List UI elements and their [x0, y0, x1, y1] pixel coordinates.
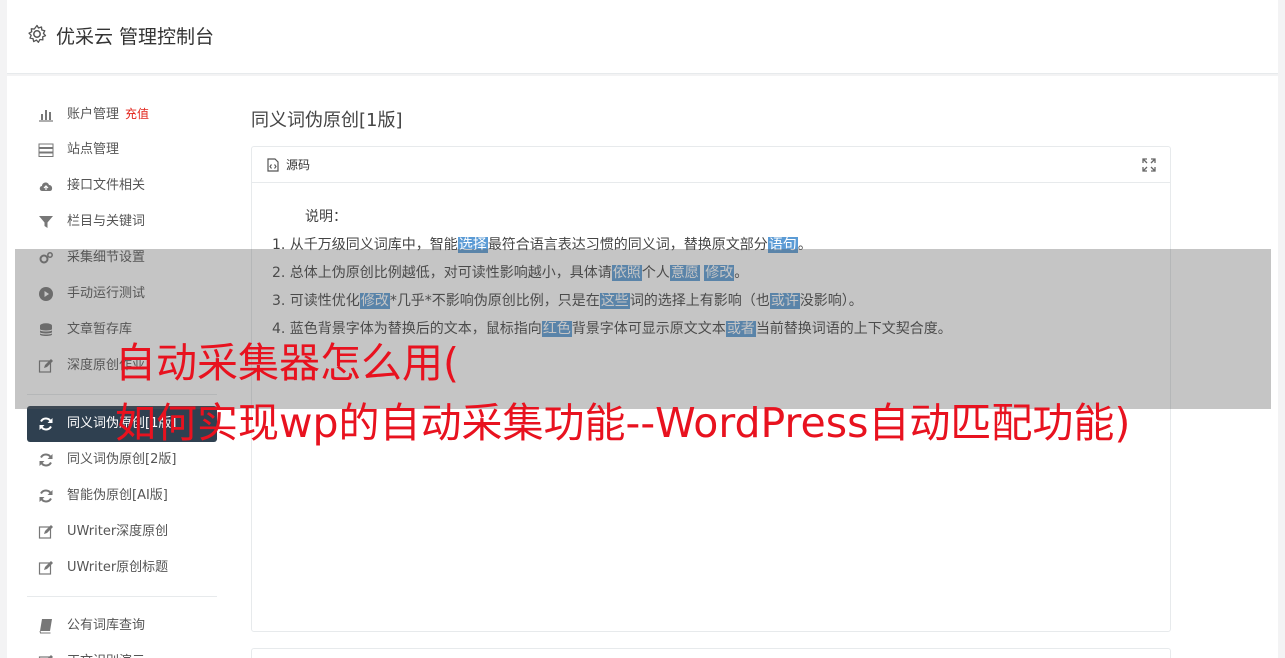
server-icon — [38, 143, 54, 157]
sidebar-item-label: 智能伪原创[AI版] — [67, 488, 168, 503]
overlay-title-line1: 自动采集器怎么用( — [115, 339, 459, 387]
sidebar-item[interactable]: 栏目与关键词 — [27, 204, 217, 240]
file-code-icon — [267, 158, 279, 172]
edit-icon — [38, 655, 53, 658]
top-header: 优采云 管理控制台 — [7, 0, 1278, 74]
sidebar-item-label: 账户管理 — [67, 107, 120, 122]
sidebar-item-label: 同义词伪原创[2版] — [67, 452, 177, 467]
intro-label: 说明： — [305, 209, 347, 225]
panel-header: 源码 — [252, 147, 1170, 183]
overlay-title: 自动采集器怎么用( 如何实现wp的自动采集功能--WordPress自动匹配功能… — [115, 333, 1130, 453]
sidebar-item-label: 公有词库查询 — [67, 618, 146, 633]
cloud-upload-icon — [39, 182, 53, 191]
panel-title: 源码 — [286, 158, 311, 172]
sidebar-item[interactable]: 接口文件相关 — [27, 168, 217, 204]
sidebar-item[interactable]: 正文识别演示 — [27, 644, 217, 658]
second-panel — [251, 648, 1171, 658]
recharge-link[interactable]: 充值 — [125, 107, 149, 121]
page-title: 同义词伪原创[1版] — [251, 110, 403, 131]
sidebar-item-label: UWriter深度原创 — [67, 524, 169, 539]
overlay-title-line2: 如何实现wp的自动采集功能--WordPress自动匹配功能) — [115, 399, 1131, 447]
sidebar-item[interactable]: 账户管理 充值 — [27, 96, 217, 132]
sidebar-item[interactable]: UWriter原创标题 — [27, 550, 217, 586]
sidebar-item[interactable]: 站点管理 — [27, 132, 217, 168]
refresh-icon — [39, 417, 53, 431]
sidebar-item-label: 栏目与关键词 — [67, 214, 146, 229]
refresh-icon — [39, 489, 53, 503]
bar-chart-icon — [39, 110, 53, 122]
sidebar-item[interactable]: UWriter深度原创 — [27, 514, 217, 550]
gear-icon — [28, 24, 47, 43]
sidebar-item-label: 站点管理 — [67, 142, 120, 157]
filter-icon — [39, 216, 53, 228]
app-title: 优采云 管理控制台 — [56, 26, 215, 48]
sidebar-item-label: 正文识别演示 — [67, 654, 145, 658]
book-icon — [39, 619, 52, 634]
expand-icon[interactable] — [1142, 158, 1156, 172]
sidebar-item-label: 接口文件相关 — [67, 178, 146, 193]
sidebar-item-label: UWriter原创标题 — [67, 560, 169, 575]
sidebar-divider — [27, 596, 217, 597]
edit-icon — [38, 525, 53, 539]
refresh-icon — [39, 453, 53, 467]
sidebar-item[interactable]: 公有词库查询 — [27, 608, 217, 644]
edit-icon — [38, 561, 53, 575]
sidebar-item[interactable]: 智能伪原创[AI版] — [27, 478, 217, 514]
